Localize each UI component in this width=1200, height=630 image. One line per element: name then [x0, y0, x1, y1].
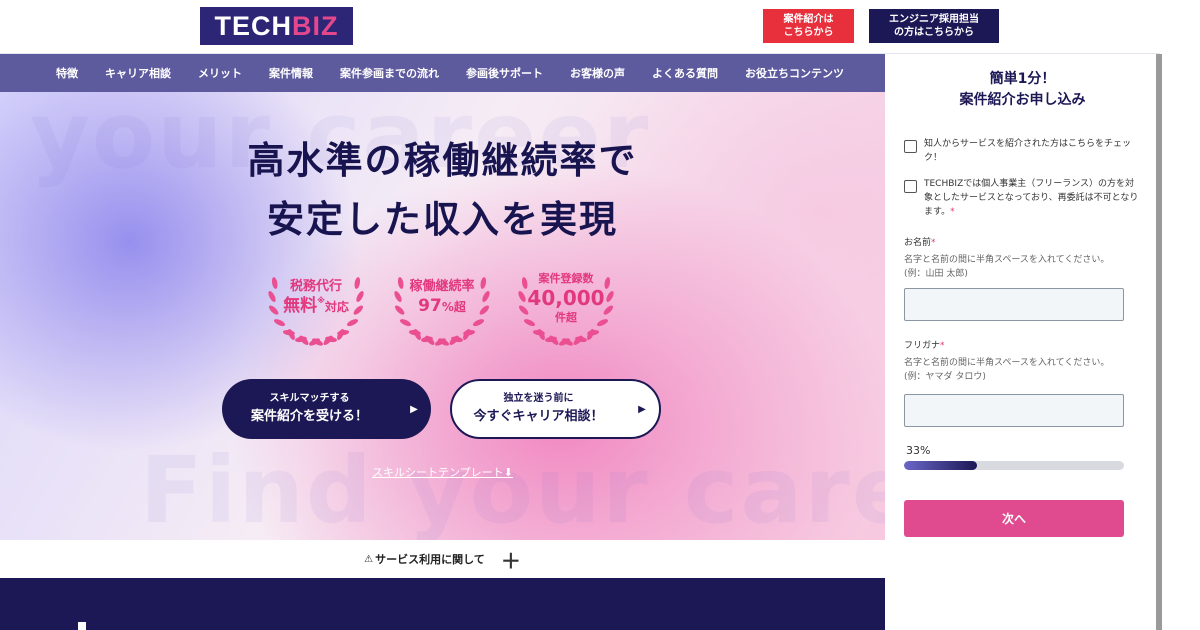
nav-item-voices[interactable]: お客様の声 [570, 65, 625, 81]
badge-jobs-value: 40,000 [527, 285, 605, 310]
progress-fill [904, 461, 977, 470]
job-referral-line2: こちらから [783, 27, 834, 38]
job-referral-cta-button[interactable]: スキルマッチする 案件紹介を受ける！ ▶ [222, 379, 431, 439]
referral-checkbox[interactable] [904, 140, 917, 153]
service-notice-text: サービス利用に関して [375, 553, 485, 566]
nav-item-career-consult[interactable]: キャリア相談 [105, 65, 171, 81]
referral-checkbox-row: 知人からサービスを紹介された方はこちらをチェック！ [904, 138, 1142, 166]
job-referral-line1: 案件紹介は [783, 13, 834, 25]
freelance-checkbox-row: TECHBIZでは個人事業主（フリーランス）の方を対象としたサービスとなっており… [904, 178, 1142, 220]
nav-item-features[interactable]: 特徴 [56, 65, 78, 81]
kana-input[interactable] [904, 394, 1124, 427]
hero-headline-line1: 高水準の稼働継続率で [247, 139, 638, 182]
nav-item-contents[interactable]: お役立ちコンテンツ [745, 65, 844, 81]
nav-item-flow[interactable]: 案件参画までの流れ [340, 65, 439, 81]
download-icon: ⬇ [503, 466, 513, 479]
progress-bar [904, 461, 1124, 470]
skill-sheet-link-text: スキルシートテンプレート [372, 466, 504, 479]
required-mark: * [950, 206, 955, 217]
freelance-checkbox[interactable] [904, 180, 917, 193]
referral-checkbox-label: 知人からサービスを紹介された方はこちらをチェック！ [924, 139, 1132, 163]
nav-item-merits[interactable]: メリット [198, 65, 242, 81]
badge-retention-suffix: %超 [441, 300, 466, 315]
badge-retention-value: 97 [418, 296, 442, 317]
progress-label: 33% [906, 444, 931, 457]
site-header: TECH BIZ 案件紹介は こちらから エンジニア採用担当 の方はこちらから [0, 0, 1160, 54]
freelance-checkbox-label: TECHBIZでは個人事業主（フリーランス）の方を対象としたサービスとなっており… [924, 178, 1142, 220]
badge-tax-line2: 無料 [283, 296, 318, 317]
required-mark: * [931, 238, 936, 248]
kana-label-text: フリガナ [904, 341, 941, 351]
recruiter-line2: の方はこちらから [894, 27, 974, 38]
badge-jobs-suffix: 件超 [555, 310, 577, 324]
required-mark: * [940, 341, 945, 351]
techbiz-logo[interactable]: TECH BIZ [200, 7, 353, 45]
career-consult-cta-button[interactable]: 独立を迷う前に 今すぐキャリア相談！ ▶ [450, 379, 661, 439]
recruiter-line1: エンジニア採用担当 [889, 13, 979, 25]
logo-biz: BIZ [292, 10, 339, 41]
badge-tax-suffix: 対応 [324, 300, 349, 315]
kana-label: フリガナ* [904, 338, 945, 351]
warning-icon: ⚠ [364, 553, 374, 565]
badge-tax-note: ※ [317, 296, 325, 306]
name-label-text: お名前 [904, 238, 932, 248]
badge-job-count: 案件登録数 40,000 件超 [512, 244, 620, 352]
hero-headline-line2: 安定した収入を実現 [267, 198, 618, 241]
triangle-right-icon: ▶ [410, 403, 418, 415]
badge-tax-service: 税務代行 無料※対応 [262, 244, 370, 352]
cta-secondary-small: 独立を迷う前に [503, 393, 574, 405]
kana-help-text: 名字と名前の間に半角スペースを入れてください。(例：ヤマダ タロウ) [904, 358, 1110, 382]
badge-jobs-line1: 案件登録数 [538, 272, 594, 286]
cta-primary-large: 案件紹介を受ける！ [250, 408, 368, 424]
triangle-right-icon: ▶ [638, 403, 646, 415]
plus-icon: ＋ [500, 548, 521, 573]
hero-watermark-bottom: Find your care [140, 437, 885, 540]
hero-section: your career Find your care 高水準の稼働継続率で 安定… [0, 92, 885, 540]
recruiter-button[interactable]: エンジニア採用担当 の方はこちらから [869, 9, 999, 43]
service-notice-toggle[interactable]: ⚠ サービス利用に関して ＋ [0, 540, 885, 578]
logo-tech: TECH [214, 10, 292, 41]
nav-item-faq[interactable]: よくある質問 [652, 65, 718, 81]
main-nav: 特徴 キャリア相談 メリット 案件情報 案件参画までの流れ 参画後サポート お客… [0, 54, 885, 92]
cta-primary-small: スキルマッチする [269, 393, 350, 405]
name-label: お名前* [904, 235, 936, 248]
next-button[interactable]: 次へ [904, 500, 1124, 537]
badge-tax-line1: 税務代行 [289, 279, 342, 295]
scrollbar-thumb[interactable] [1156, 54, 1162, 630]
nav-item-support[interactable]: 参画後サポート [466, 65, 543, 81]
name-input[interactable] [904, 288, 1124, 321]
skill-sheet-template-link[interactable]: スキルシートテンプレート⬇ [372, 464, 513, 480]
form-title-line1: 簡単1分！ [989, 71, 1056, 87]
badge-retention-line1: 稼働継続率 [409, 279, 475, 295]
job-referral-button[interactable]: 案件紹介は こちらから [763, 9, 854, 43]
cta-secondary-large: 今すぐキャリア相談！ [473, 408, 604, 424]
badge-retention-rate: 稼働継続率 97%超 [388, 244, 496, 352]
scrollbar-track[interactable] [1160, 0, 1200, 630]
application-form: 簡単1分！ 案件紹介お申し込み 知人からサービスを紹介された方はこちらをチェック… [885, 54, 1160, 630]
next-section-dark [0, 578, 885, 630]
nav-item-jobs[interactable]: 案件情報 [269, 65, 313, 81]
form-title-line2: 案件紹介お申し込み [959, 92, 1086, 108]
freelance-checkbox-text: TECHBIZでは個人事業主（フリーランス）の方を対象としたサービスとなっており… [924, 179, 1139, 217]
name-help-text: 名字と名前の間に半角スペースを入れてください。(例：山田 太郎) [904, 255, 1110, 279]
